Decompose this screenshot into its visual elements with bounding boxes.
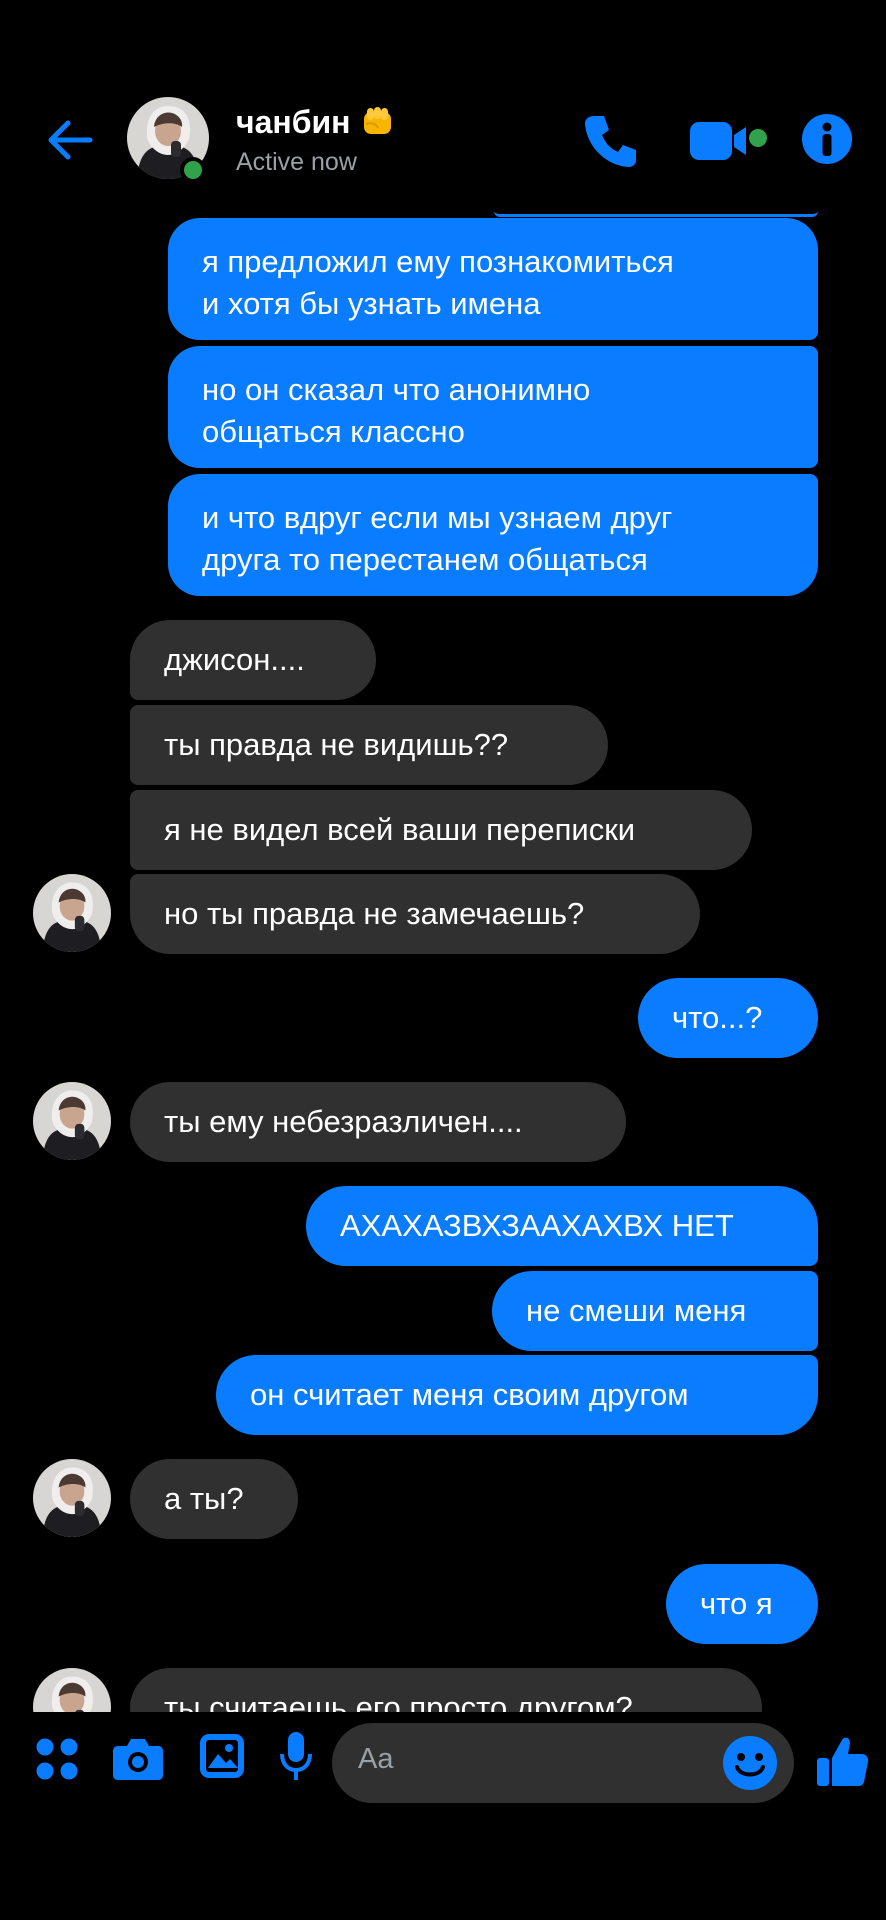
message-bubble[interactable]: а ты? xyxy=(130,1459,298,1539)
message-bubble[interactable]: но ты правда не замечаешь? xyxy=(130,874,700,954)
chat-header: чанбин Active now xyxy=(0,0,886,210)
message-bubble[interactable]: но он сказал что анонимно общаться класс… xyxy=(168,346,818,468)
camera-icon[interactable] xyxy=(112,1734,164,1782)
fist-emoji-icon xyxy=(364,107,392,134)
message-bubble[interactable]: что...? xyxy=(638,978,818,1058)
back-arrow-icon[interactable] xyxy=(42,112,98,168)
video-call-icon[interactable] xyxy=(688,118,768,164)
gallery-icon[interactable] xyxy=(198,1732,246,1780)
message-input[interactable]: Aa xyxy=(332,1723,794,1803)
like-icon[interactable] xyxy=(814,1734,870,1790)
sender-avatar[interactable] xyxy=(33,1082,111,1160)
message-bubble[interactable]: ты ему небезразличен.... xyxy=(130,1082,626,1162)
message-bubble[interactable]: что я xyxy=(666,1564,818,1644)
menu-icon[interactable] xyxy=(34,1736,80,1782)
message-input-placeholder: Aa xyxy=(358,1743,394,1775)
message-bubble[interactable]: я не видел всей ваши переписки xyxy=(130,790,752,870)
phone-call-icon[interactable] xyxy=(580,110,642,172)
active-status: Active now xyxy=(236,148,357,176)
message-bubble[interactable]: не смеши меня xyxy=(492,1271,818,1351)
message-bubble[interactable]: я предложил ему познакомиться и хотя бы … xyxy=(168,218,818,340)
contact-name[interactable]: чанбин xyxy=(236,102,398,142)
microphone-icon[interactable] xyxy=(278,1730,314,1784)
message-bubble[interactable]: АХАХАЗВХЗААХАХВХ НЕТ xyxy=(306,1186,818,1266)
online-indicator xyxy=(180,157,206,183)
message-bubble[interactable]: он считает меня своим другом xyxy=(216,1355,818,1435)
sender-avatar[interactable] xyxy=(33,874,111,952)
emoji-icon[interactable] xyxy=(722,1735,778,1791)
message-bubble[interactable]: и что вдруг если мы узнаем друг друга то… xyxy=(168,474,818,596)
message-bubble[interactable]: джисон.... xyxy=(130,620,376,700)
message-bubble[interactable]: ты правда не видишь?? xyxy=(130,705,608,785)
sender-avatar[interactable] xyxy=(33,1459,111,1537)
info-icon[interactable] xyxy=(800,112,854,166)
